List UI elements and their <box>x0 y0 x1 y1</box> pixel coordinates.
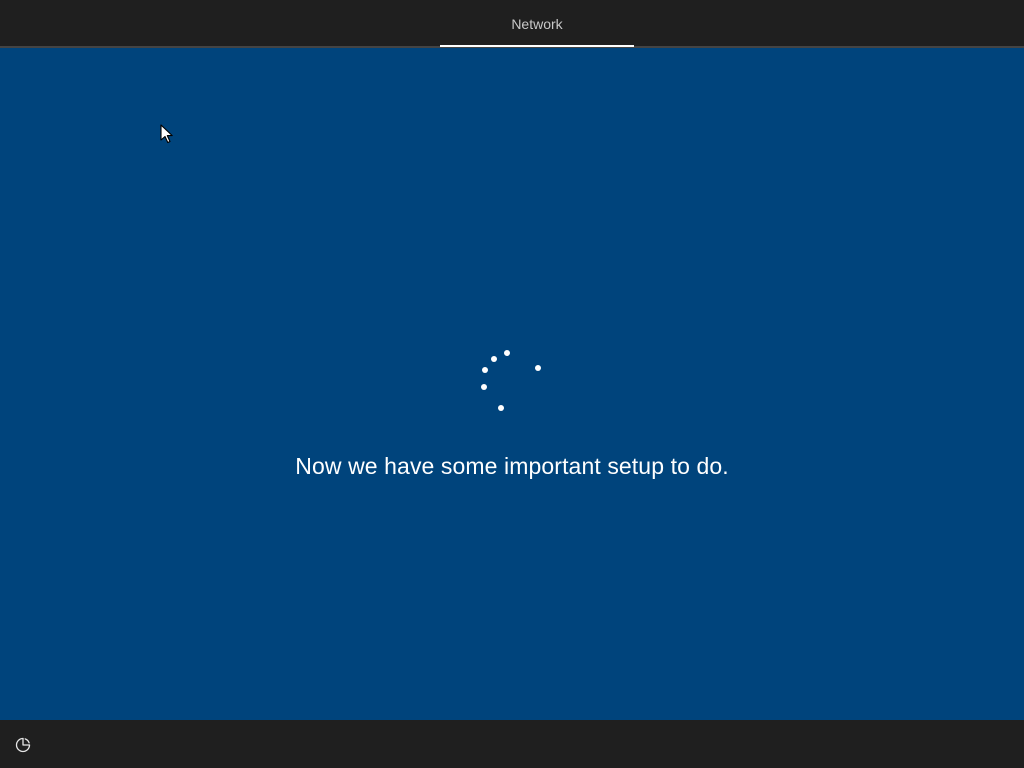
spinner-dot <box>535 365 541 371</box>
ease-of-access-icon <box>15 737 31 753</box>
spinner-dot <box>504 350 510 356</box>
tab-network[interactable]: Network <box>440 0 634 48</box>
spinner-dot <box>498 405 504 411</box>
oobe-setup-screen: Network Now we have some important setup… <box>0 0 1024 768</box>
tab-network-label: Network <box>511 16 563 32</box>
spinner-dot <box>491 356 497 362</box>
spinner-dot <box>481 384 487 390</box>
main-content-area: Now we have some important setup to do. <box>0 48 1024 720</box>
setup-status-message: Now we have some important setup to do. <box>295 453 729 479</box>
bottom-bar <box>0 720 1024 768</box>
loading-spinner-icon <box>470 344 550 424</box>
ease-of-access-button[interactable] <box>10 732 36 758</box>
spinner-dot <box>482 367 488 373</box>
active-tab-indicator <box>440 45 634 47</box>
mouse-pointer-icon <box>160 124 173 144</box>
